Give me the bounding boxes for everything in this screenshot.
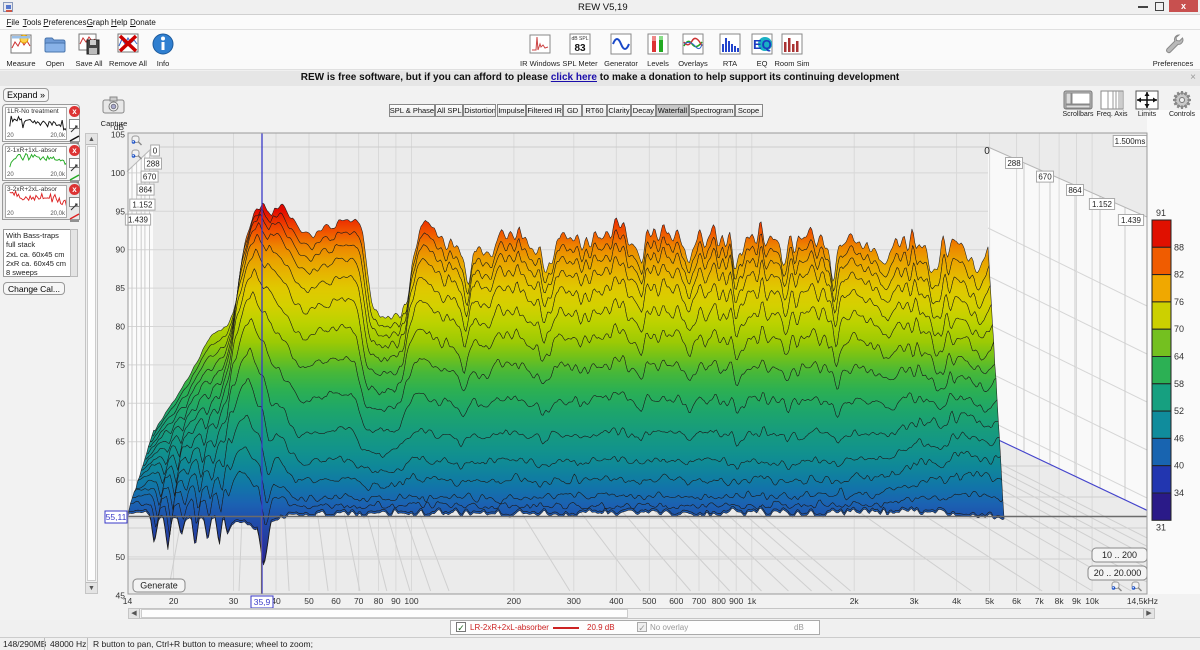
svg-text:100: 100 (404, 596, 418, 606)
svg-text:31: 31 (1156, 522, 1166, 532)
svg-text:50: 50 (116, 552, 126, 562)
svg-text:800: 800 (712, 596, 726, 606)
svg-text:83: 83 (574, 43, 586, 54)
svg-text:90: 90 (391, 596, 401, 606)
svg-text:35,9: 35,9 (254, 597, 271, 607)
svg-text:52: 52 (1174, 406, 1184, 416)
svg-text:14,5kHz: 14,5kHz (1127, 596, 1158, 606)
svg-text:50: 50 (304, 596, 314, 606)
svg-text:700: 700 (692, 596, 706, 606)
svg-text:100: 100 (111, 168, 125, 178)
svg-text:6k: 6k (1012, 596, 1022, 606)
svg-text:500: 500 (642, 596, 656, 606)
svg-text:8k: 8k (1055, 596, 1065, 606)
svg-text:70: 70 (116, 398, 126, 408)
svg-text:65: 65 (116, 437, 126, 447)
svg-text:3k: 3k (910, 596, 920, 606)
svg-text:0: 0 (153, 146, 158, 155)
svg-text:95: 95 (116, 206, 126, 216)
svg-text:55,11: 55,11 (106, 512, 127, 522)
svg-text:60: 60 (331, 596, 341, 606)
svg-text:300: 300 (567, 596, 581, 606)
svg-text:80: 80 (116, 322, 126, 332)
svg-text:dB SPL: dB SPL (572, 36, 589, 42)
svg-text:90: 90 (116, 245, 126, 255)
svg-text:91: 91 (1156, 208, 1166, 218)
svg-text:1.439: 1.439 (128, 215, 149, 224)
svg-text:58: 58 (1174, 379, 1184, 389)
svg-text:670: 670 (1038, 172, 1052, 181)
svg-text:76: 76 (1174, 297, 1184, 307)
svg-text:82: 82 (1174, 270, 1184, 280)
svg-text:34: 34 (1174, 488, 1184, 498)
svg-text:1k: 1k (747, 596, 757, 606)
svg-text:288: 288 (146, 159, 160, 168)
svg-text:1.152: 1.152 (1092, 200, 1113, 209)
svg-text:10k: 10k (1085, 596, 1099, 606)
svg-text:5k: 5k (985, 596, 995, 606)
svg-text:1.439: 1.439 (1121, 216, 1142, 225)
svg-text:864: 864 (139, 185, 153, 194)
svg-text:1.152: 1.152 (132, 200, 153, 209)
svg-text:60: 60 (116, 475, 126, 485)
svg-text:30: 30 (229, 596, 239, 606)
svg-text:900: 900 (729, 596, 743, 606)
svg-text:4k: 4k (952, 596, 962, 606)
svg-text:288: 288 (1007, 159, 1021, 168)
svg-text:64: 64 (1174, 352, 1184, 362)
svg-text:14: 14 (123, 596, 133, 606)
svg-text:Generate: Generate (140, 581, 178, 591)
svg-text:9k: 9k (1072, 596, 1082, 606)
svg-text:670: 670 (143, 172, 157, 181)
svg-text:80: 80 (374, 596, 384, 606)
svg-text:20 .. 20.000: 20 .. 20.000 (1094, 568, 1142, 578)
svg-text:200: 200 (507, 596, 521, 606)
svg-text:400: 400 (609, 596, 623, 606)
svg-text:1.500ms: 1.500ms (1115, 137, 1146, 146)
svg-text:85: 85 (116, 283, 126, 293)
svg-text:40: 40 (1174, 461, 1184, 471)
svg-text:7k: 7k (1035, 596, 1045, 606)
svg-text:20: 20 (169, 596, 179, 606)
svg-text:70: 70 (1174, 324, 1184, 334)
svg-text:46: 46 (1174, 433, 1184, 443)
svg-text:600: 600 (669, 596, 683, 606)
svg-text:864: 864 (1068, 186, 1082, 195)
svg-text:0: 0 (984, 146, 990, 157)
svg-text:10 .. 200: 10 .. 200 (1102, 550, 1137, 560)
svg-text:88: 88 (1174, 242, 1184, 252)
svg-text:2k: 2k (850, 596, 860, 606)
svg-text:70: 70 (354, 596, 364, 606)
svg-text:75: 75 (116, 360, 126, 370)
